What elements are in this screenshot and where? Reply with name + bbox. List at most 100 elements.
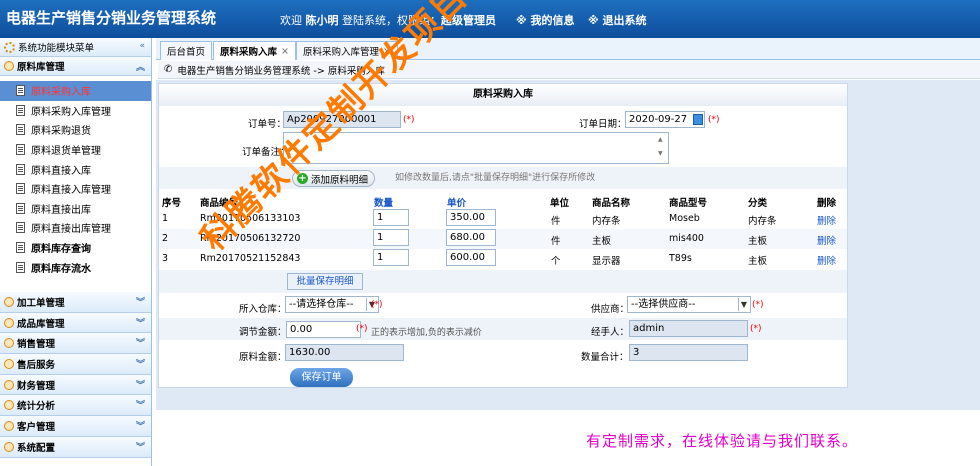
group-icon xyxy=(4,420,14,431)
sidebar-group[interactable]: 成品库管理 ︾ xyxy=(0,312,151,334)
textarea-scroll-icon[interactable]: ▲ ▼ xyxy=(658,133,663,161)
col-header: 商品型号 xyxy=(669,198,708,209)
price-input[interactable]: 680.00 xyxy=(446,229,496,246)
table-cell-no: 2 xyxy=(162,233,169,244)
qty-total-field[interactable]: 3 xyxy=(629,344,748,361)
warehouse-select[interactable]: --请选择仓库-- ▼ xyxy=(285,296,379,313)
order-no-label: 订单号： xyxy=(248,119,287,130)
breadcrumb-text: 电器生产销售分销业务管理系统 -> 原料采购入库 xyxy=(177,65,385,77)
collapse-sidebar-icon[interactable]: « xyxy=(139,41,145,51)
tab-home[interactable]: 后台首页 xyxy=(160,41,213,60)
sidebar-group[interactable]: 财务管理 ︾ xyxy=(0,374,151,396)
chevron-down-icon: ︾ xyxy=(135,442,145,453)
batch-save-button[interactable]: 批量保存明细 xyxy=(287,273,363,290)
close-icon[interactable]: × xyxy=(281,46,289,57)
group-label: 售后服务 xyxy=(17,359,56,371)
required-mark: (*) xyxy=(708,115,720,125)
price-input[interactable]: 350.00 xyxy=(446,209,496,226)
chevron-down-icon: ︾ xyxy=(135,422,145,433)
order-date-label: 订单日期： xyxy=(579,119,627,130)
sidebar-item[interactable]: 原料直接出库 xyxy=(0,199,151,219)
top-header: 电器生产销售分销业务管理系统 欢迎 陈小明 登陆系统，权限组：超级管理员 ※ 我… xyxy=(0,0,980,38)
app-title: 电器生产销售分销业务管理系统 xyxy=(6,9,217,27)
logout-link[interactable]: ※ 退出系统 xyxy=(588,12,647,28)
my-info-link[interactable]: ※ 我的信息 xyxy=(516,12,575,28)
order-no-field[interactable]: Ap200927000001 xyxy=(283,111,401,128)
sidebar-group-raw-material[interactable]: 原料库管理 ︽ xyxy=(0,57,151,76)
welcome-mid: 登陆系统，权限组： xyxy=(342,14,441,27)
sidebar-title-text: 系统功能模块菜单 xyxy=(18,43,95,54)
adjust-label: 调节金额： xyxy=(239,327,287,338)
sidebar-item[interactable]: 原料采购退货 xyxy=(0,120,151,140)
document-icon xyxy=(16,85,25,97)
sidebar-group[interactable]: 售后服务 ︾ xyxy=(0,354,151,375)
order-date-field[interactable]: 2020-09-27 xyxy=(625,111,705,128)
purchase-form: 原料采购入库 订单号： Ap200927000001 (*) 订单日期： 202… xyxy=(158,83,848,388)
document-icon xyxy=(16,183,25,195)
group-label: 原料库管理 xyxy=(17,62,65,73)
sidebar-item[interactable]: 原料直接入库 xyxy=(0,159,151,179)
tab-purchase-in-manage[interactable]: 原料采购入库管理 × xyxy=(296,41,398,60)
breadcrumb: ✆ 电器生产销售分销业务管理系统 -> 原料采购入库 xyxy=(158,61,980,79)
sidebar-group[interactable]: 销售管理 ︾ xyxy=(0,333,151,355)
col-header: 单位 xyxy=(550,198,570,209)
qty-input[interactable]: 1 xyxy=(373,209,409,226)
sidebar-group[interactable]: 系统配置 ︾ xyxy=(0,436,151,458)
tab-label: 原料采购入库管理 xyxy=(303,47,380,58)
delete-link[interactable]: 删除 xyxy=(817,213,836,227)
sidebar-item[interactable]: 原料采购入库管理 xyxy=(0,101,151,121)
qty-input[interactable]: 1 xyxy=(373,229,409,246)
phone-icon: ✆ xyxy=(164,64,173,75)
group-icon xyxy=(4,296,14,307)
sidebar-group[interactable]: 统计分析 ︾ xyxy=(0,395,151,417)
price-input[interactable]: 600.00 xyxy=(446,249,496,266)
tab-bar: 后台首页 原料采购入库 × 原料采购入库管理 × xyxy=(156,38,980,60)
plus-icon: + xyxy=(297,173,308,184)
save-order-button[interactable]: 保存订单 xyxy=(290,368,353,387)
qty-input[interactable]: 1 xyxy=(373,249,409,266)
table-cell-model: mis400 xyxy=(669,233,704,244)
sidebar-item[interactable]: 原料退货单管理 xyxy=(0,140,151,160)
close-icon[interactable]: × xyxy=(383,46,391,57)
sidebar-menu-title: 系统功能模块菜单 « xyxy=(0,38,151,57)
delete-link[interactable]: 删除 xyxy=(817,233,836,247)
sidebar-group[interactable]: 客户管理 ︾ xyxy=(0,416,151,437)
sidebar-item-label: 原料直接入库 xyxy=(31,165,91,177)
tab-label: 原料采购入库 xyxy=(220,47,278,58)
tab-purchase-in[interactable]: 原料采购入库 × xyxy=(213,41,296,60)
amount-field[interactable]: 1630.00 xyxy=(285,344,404,361)
adjust-amount-field[interactable]: 0.00 xyxy=(286,321,361,338)
sidebar-item[interactable]: 原料库存流水 xyxy=(0,257,151,277)
delete-link[interactable]: 删除 xyxy=(817,253,836,267)
document-icon xyxy=(16,222,25,234)
handler-field[interactable]: admin xyxy=(629,320,748,337)
sidebar-item[interactable]: 原料采购入库 xyxy=(0,81,151,101)
supplier-select[interactable]: --选择供应商-- ▼ xyxy=(627,296,751,313)
sidebar-items: 原料采购入库 原料采购入库管理 原料采购退货 原料退货单管理原料直接入库原料直接入库管… xyxy=(0,76,151,277)
sidebar-item[interactable]: 原料直接出库管理 xyxy=(0,218,151,238)
handler-label: 经手人： xyxy=(591,327,630,338)
table-cell-no: 1 xyxy=(162,213,169,224)
table-cell-category: 主板 xyxy=(748,236,768,247)
group-label: 加工单管理 xyxy=(17,297,65,309)
chevron-down-icon: ︾ xyxy=(135,339,145,350)
sidebar-item[interactable]: 原料库存查询 xyxy=(0,238,151,258)
chevron-down-icon: ︾ xyxy=(135,360,145,371)
sidebar-item-label: 原料直接出库 xyxy=(31,204,91,216)
calendar-icon[interactable] xyxy=(693,114,703,125)
col-header: 单价 xyxy=(447,198,467,209)
home-gear-icon xyxy=(4,41,15,53)
required-mark: (*) xyxy=(356,324,368,334)
welcome-prefix: 欢迎 xyxy=(280,14,302,27)
sidebar-group[interactable]: 加工单管理 ︾ xyxy=(0,292,151,313)
sidebar-item-label: 原料库存查询 xyxy=(31,244,91,256)
batch-hint: 如修改数量后,请点"批量保存明细"进行保存所修改 xyxy=(395,173,596,183)
table-cell-name: 主板 xyxy=(592,236,612,247)
table-cell-code: Rm20170506133103 xyxy=(200,213,301,224)
remark-textarea[interactable] xyxy=(283,132,669,164)
table-cell-no: 3 xyxy=(162,253,169,264)
group-label: 系统配置 xyxy=(17,442,56,454)
sidebar-item[interactable]: 原料直接入库管理 xyxy=(0,179,151,199)
warehouse-label: 所入仓库： xyxy=(239,304,287,315)
add-material-button[interactable]: + 添加原料明细 xyxy=(292,170,376,187)
